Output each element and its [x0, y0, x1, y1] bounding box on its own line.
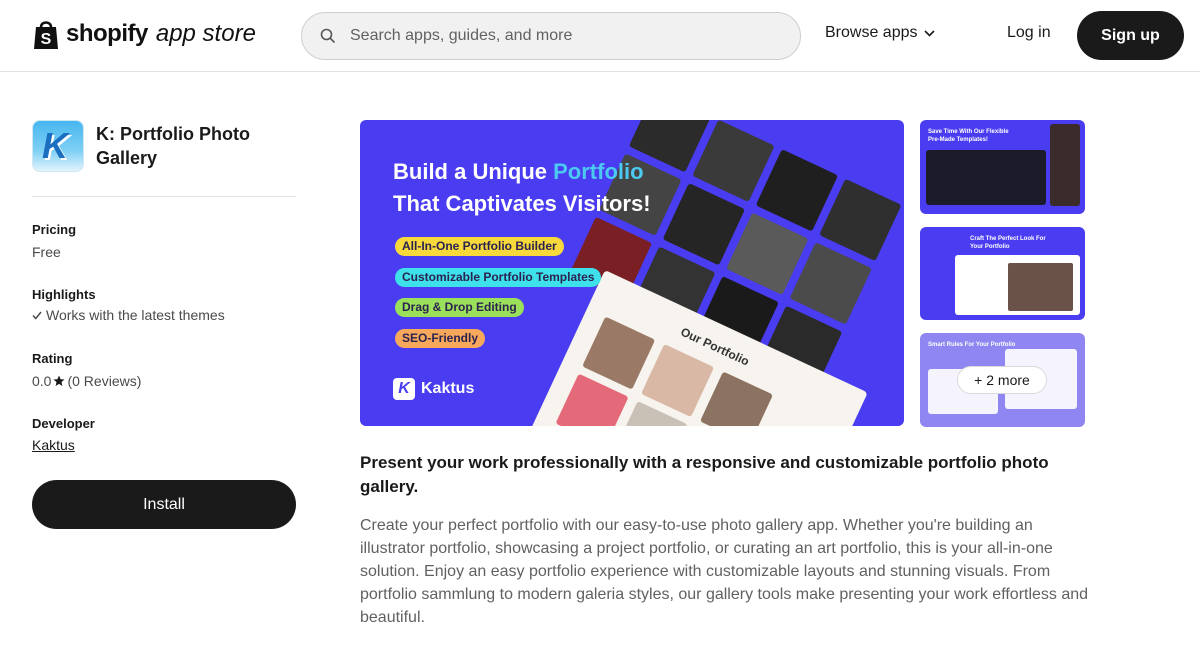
- developer-link[interactable]: Kaktus: [32, 437, 75, 453]
- feature-pill-4: SEO-Friendly: [395, 329, 486, 348]
- brand-name: shopify: [66, 20, 148, 47]
- thumbnail-3-caption: Smart Rules For Your Portfolio: [928, 342, 1016, 348]
- feature-pill-1: All-In-One Portfolio Builder: [395, 237, 564, 256]
- more-screenshots-button[interactable]: + 2 more: [957, 366, 1047, 394]
- pricing-value: Free: [32, 244, 61, 260]
- app-icon: K: [32, 120, 84, 172]
- browse-apps-menu[interactable]: Browse apps: [825, 24, 935, 42]
- kaktus-brand-name: Kaktus: [421, 380, 475, 397]
- app-description: Create your perfect portfolio with our e…: [360, 517, 1089, 626]
- rating-label: Rating: [32, 351, 73, 366]
- login-link[interactable]: Log in: [1007, 24, 1051, 42]
- thumbnail-2-caption: Craft The Perfect Look For Your Portfoli…: [970, 236, 1046, 250]
- top-nav: S shopify app store Browse apps Log in S…: [0, 0, 1200, 72]
- shopify-bag-icon: S: [34, 21, 58, 49]
- screenshot-thumbnail-1[interactable]: Save Time With Our Flexible Pre-Made Tem…: [920, 120, 1085, 214]
- reviews-link[interactable]: (0 Reviews): [67, 373, 141, 389]
- divider: [32, 196, 296, 197]
- highlights-label: Highlights: [32, 287, 96, 302]
- shopify-app-store-logo[interactable]: S shopify app store: [32, 18, 256, 50]
- pricing-label: Pricing: [32, 222, 77, 237]
- kaktus-brand: K Kaktus: [393, 378, 474, 400]
- feature-pill-2: Customizable Portfolio Templates: [395, 268, 602, 287]
- thumbnail-1-caption: Save Time With Our Flexible Pre-Made Tem…: [928, 129, 1009, 143]
- highlight-item: Works with the latest themes: [32, 307, 225, 323]
- browse-apps-label: Browse apps: [825, 24, 918, 41]
- developer-label: Developer: [32, 416, 95, 431]
- search-input[interactable]: [348, 26, 772, 46]
- svg-text:S: S: [41, 31, 52, 48]
- headline-part-1: Build a Unique: [393, 159, 554, 184]
- rating-value-row: 0.0 (0 Reviews): [32, 373, 141, 389]
- store-name: app store: [155, 20, 256, 47]
- star-icon: [53, 375, 65, 386]
- app-tagline: Present your work professionally with a …: [360, 453, 1049, 496]
- hero-screenshot[interactable]: Our Portfolio Build a Unique Portfolio T…: [360, 120, 904, 426]
- search-bar[interactable]: [301, 12, 801, 60]
- chevron-down-icon: [923, 29, 935, 37]
- headline-line-2: That Captivates Visitors!: [393, 191, 651, 216]
- feature-pill-3: Drag & Drop Editing: [395, 298, 524, 317]
- signup-button[interactable]: Sign up: [1077, 11, 1184, 60]
- hero-headline: Build a Unique Portfolio That Captivates…: [393, 156, 651, 220]
- rating-value: 0.0: [32, 373, 52, 389]
- checkmark-icon: [32, 311, 42, 320]
- app-icon-letter: K: [42, 125, 68, 166]
- headline-accent: Portfolio: [553, 159, 644, 184]
- search-icon: [320, 28, 336, 44]
- app-title: K: Portfolio Photo Gallery: [96, 124, 250, 168]
- kaktus-logo-icon: K: [393, 378, 415, 400]
- screenshot-thumbnail-2[interactable]: Craft The Perfect Look For Your Portfoli…: [920, 227, 1085, 320]
- install-button[interactable]: Install: [32, 480, 296, 529]
- highlight-text: Works with the latest themes: [46, 307, 225, 323]
